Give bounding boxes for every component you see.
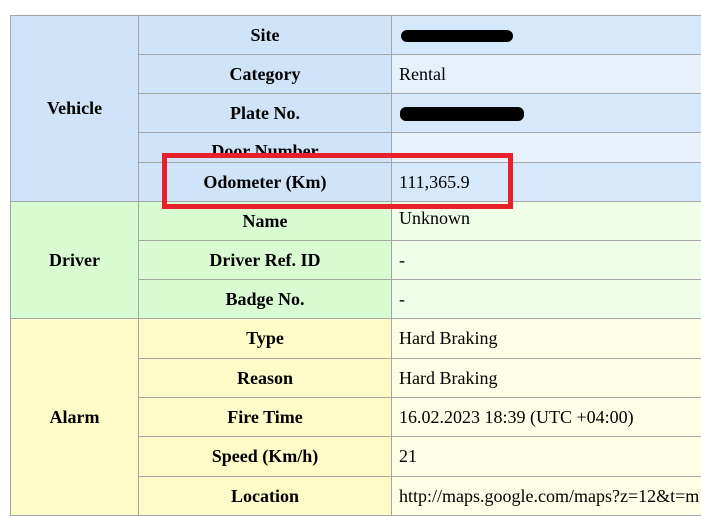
site-label: Site <box>138 15 392 55</box>
alarm-type-label: Type <box>138 318 392 359</box>
redacted-plate-value <box>400 107 524 122</box>
redacted-site-value <box>401 30 513 43</box>
badge-no-label: Badge No. <box>138 279 392 319</box>
plate-no-label: Plate No. <box>138 93 392 133</box>
alarm-type-value: Hard Braking <box>391 318 701 359</box>
driver-group-label: Driver <box>10 201 139 319</box>
location-link[interactable]: http://maps.google.com/maps?z=12&t=m <box>391 476 701 516</box>
table-row: Alarm Type Hard Braking <box>10 318 701 516</box>
speed-value: 21 <box>391 436 701 477</box>
odometer-value: 111,365.9 <box>391 162 701 202</box>
driver-ref-id-label: Driver Ref. ID <box>138 240 392 280</box>
odometer-label: Odometer (Km) <box>138 162 392 202</box>
speed-label: Speed (Km/h) <box>138 436 392 477</box>
alarm-group-label: Alarm <box>10 318 139 516</box>
alarm-reason-value: Hard Braking <box>391 358 701 398</box>
alarm-details-table: Vehicle Site Category Rental Plate No. D… <box>10 15 701 516</box>
door-number-value <box>391 132 701 163</box>
plate-no-value <box>391 93 701 133</box>
table-row: Driver Name Unknown <box>10 201 701 319</box>
alarm-reason-label: Reason <box>138 358 392 398</box>
badge-no-value: - <box>391 279 701 319</box>
driver-name-label: Name <box>138 201 392 241</box>
vehicle-group-label: Vehicle <box>10 15 139 202</box>
driver-name-value: Unknown <box>391 201 701 241</box>
location-label: Location <box>138 476 392 516</box>
driver-ref-id-value: - <box>391 240 701 280</box>
site-value <box>391 15 701 55</box>
fire-time-label: Fire Time <box>138 397 392 437</box>
table-row: Vehicle Site <box>10 15 701 202</box>
category-label: Category <box>138 54 392 94</box>
category-value: Rental <box>391 54 701 94</box>
fire-time-value: 16.02.2023 18:39 (UTC +04:00) <box>391 397 701 437</box>
door-number-label: Door Number <box>138 132 392 163</box>
